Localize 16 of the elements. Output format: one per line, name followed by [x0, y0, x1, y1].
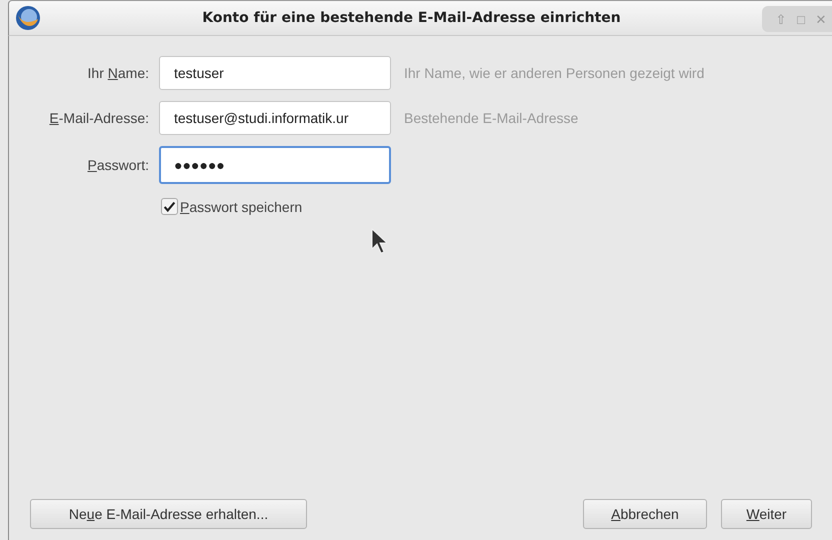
dialog-button[interactable]: Abbrechen	[583, 499, 707, 529]
input-field[interactable]: testuser	[159, 56, 391, 90]
dialog-button[interactable]: Weiter	[721, 499, 812, 529]
checkbox-label[interactable]: Passwort speichern	[180, 198, 302, 214]
field-label: Ihr Name:	[86, 65, 149, 81]
checkbox[interactable]	[161, 198, 178, 215]
input-field[interactable]: ●●●●●●	[159, 146, 391, 184]
hint-text: Bestehende E-Mail-Adresse	[404, 110, 580, 126]
field-label: E-Mail-Adresse:	[48, 110, 149, 126]
mouse-pointer-icon	[371, 228, 387, 254]
dialog-button[interactable]: Neue E-Mail-Adresse erhalten...	[30, 499, 307, 529]
input-field[interactable]: testuser@studi.informatik.ur	[159, 101, 391, 135]
hint-text: Ihr Name, wie er anderen Personen gezeigt wird	[404, 65, 706, 81]
app-logo-icon	[15, 5, 41, 31]
window-title: Konto für eine bestehende E-Mail-Adresse einrichten	[201, 10, 622, 26]
field-label: Passwort:	[86, 157, 149, 173]
